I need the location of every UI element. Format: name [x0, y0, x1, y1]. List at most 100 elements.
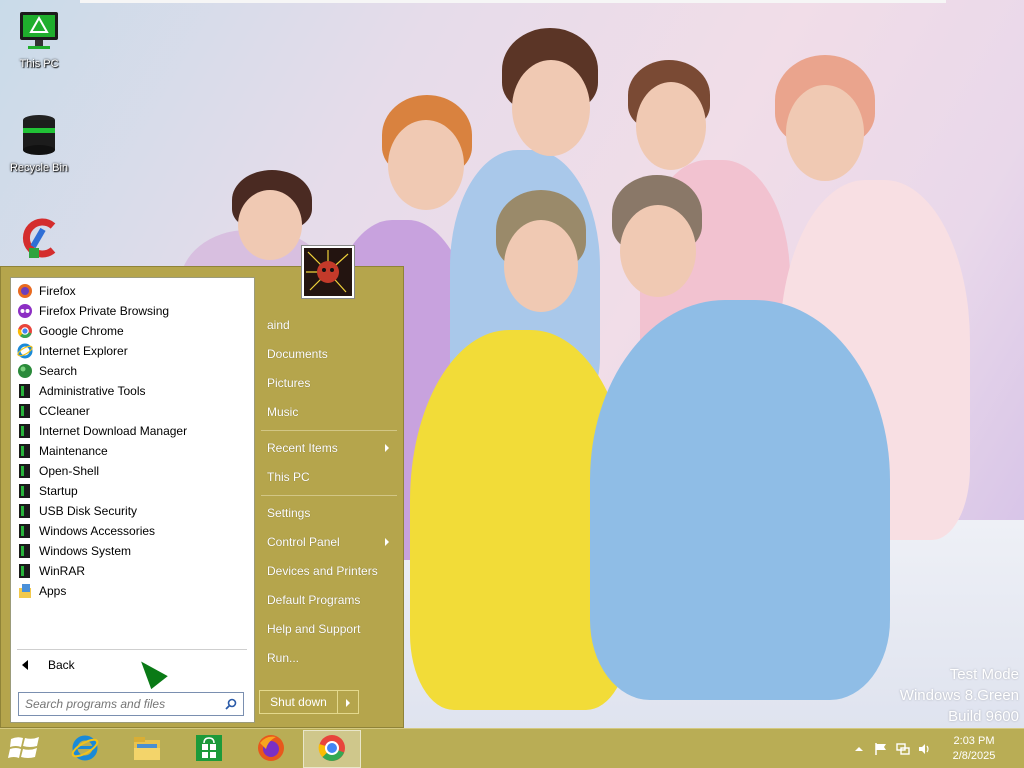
place-help-support[interactable]: Help and Support	[259, 617, 399, 641]
windows-logo-icon	[8, 733, 42, 766]
program-item-ccleaner[interactable]: CCleaner	[17, 401, 249, 421]
chevron-right-icon	[385, 444, 389, 452]
program-label: Windows Accessories	[39, 524, 156, 538]
place-label: Devices and Printers	[267, 564, 378, 578]
program-label: USB Disk Security	[39, 504, 138, 518]
place-default-programs[interactable]: Default Programs	[259, 588, 399, 612]
place-label: Run...	[267, 651, 300, 665]
watermark-line: Windows 8.Green	[899, 687, 1019, 704]
shutdown-options-button[interactable]	[338, 691, 358, 713]
place-run[interactable]: Run...	[259, 646, 399, 670]
search-input[interactable]	[25, 697, 215, 711]
start-menu-places-pane: aind Documents Pictures Music Recent Ite…	[259, 245, 403, 727]
taskbar-clock[interactable]: 2:03 PM 2/8/2025	[944, 734, 1004, 764]
program-item-winrar[interactable]: WinRAR	[17, 561, 249, 581]
program-item-internet-download-manager[interactable]: Internet Download Manager	[17, 421, 249, 441]
folder-icon	[17, 403, 33, 419]
place-user-folder[interactable]: aind	[259, 313, 399, 337]
taskbar-store[interactable]	[180, 730, 238, 768]
program-label: Open-Shell	[39, 464, 100, 478]
wallpaper-head	[512, 60, 590, 156]
place-documents[interactable]: Documents	[259, 342, 399, 366]
program-item-firefox-private[interactable]: Firefox Private Browsing	[17, 301, 249, 321]
wallpaper-head	[238, 190, 302, 260]
divider	[17, 649, 247, 650]
folder-icon	[17, 443, 33, 459]
search-icon[interactable]	[225, 698, 237, 710]
program-item-usb-disk-security[interactable]: USB Disk Security	[17, 501, 249, 521]
firefox-private-icon	[17, 303, 33, 319]
place-label: Settings	[267, 506, 311, 520]
test-mode-watermark: Test Mode Windows 8.Green Build 9600	[900, 664, 1019, 727]
program-label: Windows System	[39, 544, 132, 558]
folder-icon	[17, 503, 33, 519]
start-menu-programs-pane: Firefox Firefox Private Browsing Google …	[10, 277, 255, 723]
start-button[interactable]	[0, 730, 54, 768]
program-label: WinRAR	[39, 564, 86, 578]
desktop-icon-label: Recycle Bin	[9, 162, 69, 174]
folder-icon	[17, 383, 33, 399]
taskbar-internet-explorer[interactable]	[56, 730, 114, 768]
program-label: Firefox	[39, 284, 76, 298]
program-item-firefox[interactable]: Firefox	[17, 281, 249, 301]
divider	[261, 430, 397, 431]
place-label: Music	[267, 405, 299, 419]
clock-date: 2/8/2025	[952, 750, 996, 762]
program-item-apps[interactable]: Apps	[17, 581, 249, 601]
program-label: Maintenance	[39, 444, 108, 458]
shutdown-button[interactable]: Shut down	[260, 691, 338, 713]
program-item-internet-explorer[interactable]: Internet Explorer	[17, 341, 249, 361]
wallpaper-head	[636, 82, 706, 170]
chevron-right-icon	[385, 538, 389, 546]
place-label: aind	[267, 318, 290, 332]
show-hidden-icons-icon[interactable]	[852, 742, 866, 756]
firefox-icon	[17, 283, 33, 299]
program-item-windows-system[interactable]: Windows System	[17, 541, 249, 561]
program-item-startup[interactable]: Startup	[17, 481, 249, 501]
program-item-maintenance[interactable]: Maintenance	[17, 441, 249, 461]
program-label: Startup	[39, 484, 78, 498]
user-avatar[interactable]	[301, 245, 355, 299]
place-recent-items[interactable]: Recent Items	[259, 436, 399, 460]
place-this-pc[interactable]: This PC	[259, 465, 399, 489]
taskbar-file-explorer[interactable]	[118, 730, 176, 768]
taskbar-firefox[interactable]	[242, 730, 300, 768]
desktop-icon-this-pc[interactable]: This PC	[1, 8, 77, 70]
taskbar-chrome[interactable]	[303, 730, 361, 768]
program-item-open-shell[interactable]: Open-Shell	[17, 461, 249, 481]
place-control-panel[interactable]: Control Panel	[259, 530, 399, 554]
folder-icon	[17, 423, 33, 439]
place-settings[interactable]: Settings	[259, 501, 399, 525]
place-label: Control Panel	[267, 535, 340, 549]
wallpaper-head	[786, 85, 864, 181]
program-item-chrome[interactable]: Google Chrome	[17, 321, 249, 341]
back-label: Back	[48, 658, 75, 672]
monitor-icon	[15, 8, 63, 56]
desktop-icon-ccleaner[interactable]	[1, 214, 77, 264]
volume-icon[interactable]	[918, 742, 932, 756]
place-pictures[interactable]: Pictures	[259, 371, 399, 395]
program-item-search[interactable]: Search	[17, 361, 249, 381]
firefox-icon	[256, 733, 286, 766]
internet-explorer-icon	[17, 343, 33, 359]
internet-explorer-icon	[70, 733, 100, 766]
program-item-administrative-tools[interactable]: Administrative Tools	[17, 381, 249, 401]
chrome-icon	[317, 733, 347, 766]
store-icon	[194, 733, 224, 766]
network-icon[interactable]	[896, 742, 910, 756]
recycle-bin-icon	[15, 112, 63, 160]
place-music[interactable]: Music	[259, 400, 399, 424]
watermark-line: Test Mode	[949, 666, 1019, 683]
place-devices-printers[interactable]: Devices and Printers	[259, 559, 399, 583]
program-list: Firefox Firefox Private Browsing Google …	[17, 281, 249, 601]
place-label: Default Programs	[267, 593, 361, 607]
place-label: Pictures	[267, 376, 311, 390]
action-center-flag-icon[interactable]	[874, 742, 888, 756]
ccleaner-icon	[15, 214, 63, 262]
search-box[interactable]	[18, 692, 244, 716]
program-label: CCleaner	[39, 404, 90, 418]
back-button[interactable]: Back	[17, 654, 247, 676]
wallpaper-head	[388, 120, 464, 210]
program-item-windows-accessories[interactable]: Windows Accessories	[17, 521, 249, 541]
desktop-icon-recycle-bin[interactable]: Recycle Bin	[1, 112, 77, 174]
